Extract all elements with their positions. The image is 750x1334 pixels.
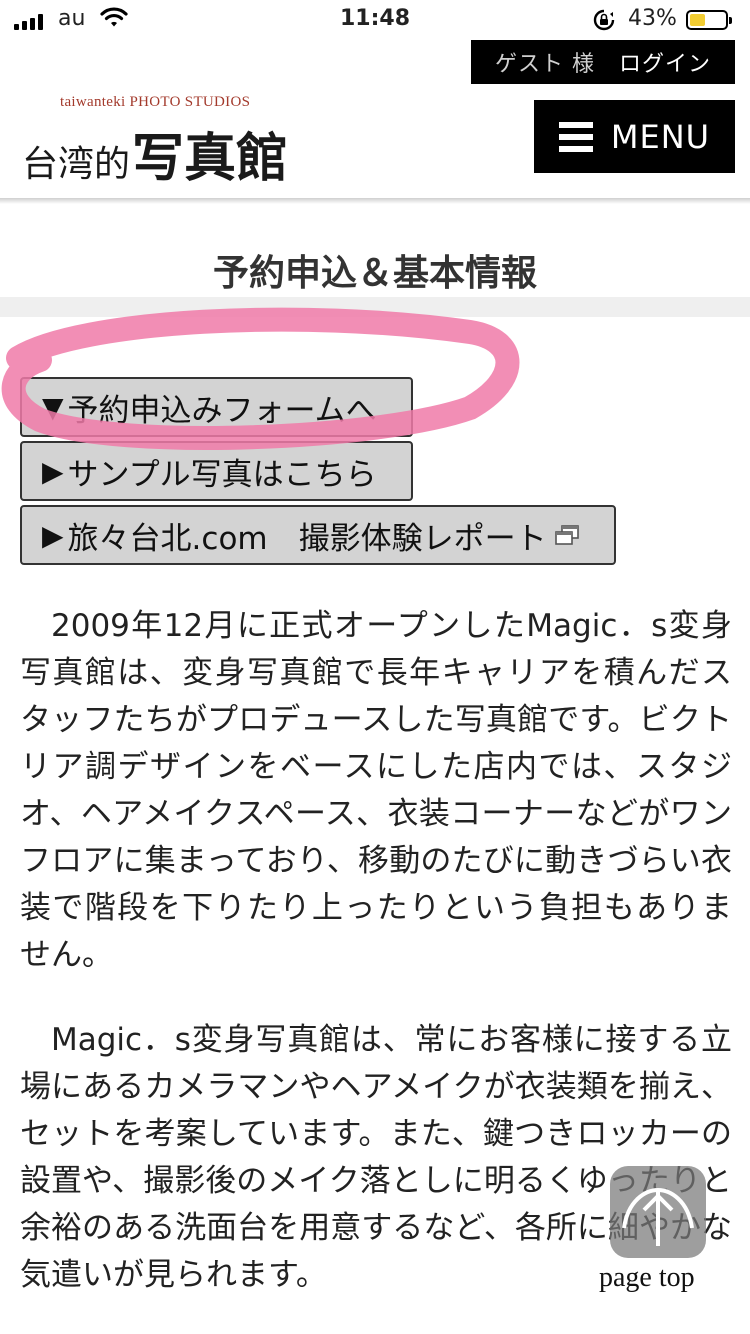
arrow-right-icon: ▶ xyxy=(42,454,64,488)
battery-fill xyxy=(690,14,705,26)
page-top-link[interactable]: page top xyxy=(599,1262,695,1294)
rotation-lock-icon xyxy=(592,8,616,36)
battery-icon xyxy=(686,10,732,30)
logo-subtitle: taiwanteki PHOTO STUDIOS xyxy=(60,94,251,110)
page-top-icon[interactable] xyxy=(610,1166,706,1258)
site-logo[interactable]: 台湾的 写真館 xyxy=(22,116,288,191)
battery-percent: 43% xyxy=(628,6,677,31)
sample-photos-button[interactable]: ▶ サンプル写真はこちら xyxy=(20,441,413,501)
reservation-form-label: 予約申込みフォームへ xyxy=(67,392,377,429)
title-divider xyxy=(0,297,750,317)
arrow-down-icon: ▼ xyxy=(42,390,64,424)
page-title: 予約申込＆基本情報 xyxy=(212,253,537,294)
reservation-form-button[interactable]: ▼ 予約申込みフォームへ xyxy=(20,377,413,437)
external-link-icon xyxy=(553,524,581,546)
hamburger-icon xyxy=(558,121,593,152)
login-bar: ゲスト 様 ログイン xyxy=(471,40,735,84)
status-bar: au 11:48 43% xyxy=(0,0,750,40)
logo-text-large: 写真館 xyxy=(132,128,289,189)
header-shadow xyxy=(0,198,750,204)
experience-report-button[interactable]: ▶ 旅々台北.com 撮影体験レポート xyxy=(20,505,616,565)
login-link[interactable]: ログイン xyxy=(619,46,711,78)
menu-button[interactable]: MENU xyxy=(534,100,735,173)
arrow-right-icon: ▶ xyxy=(42,518,64,552)
intro-paragraph: 2009年12月に正式オープンしたMagic．s変身写真館は、変身写真館で長年キ… xyxy=(20,608,732,973)
logo-text-small: 台湾的 xyxy=(22,144,131,185)
experience-report-label: 旅々台北.com 撮影体験レポート xyxy=(67,520,547,557)
sample-photos-label: サンプル写真はこちら xyxy=(67,456,377,493)
menu-label: MENU xyxy=(610,117,711,156)
guest-label: ゲスト 様 xyxy=(494,52,595,77)
